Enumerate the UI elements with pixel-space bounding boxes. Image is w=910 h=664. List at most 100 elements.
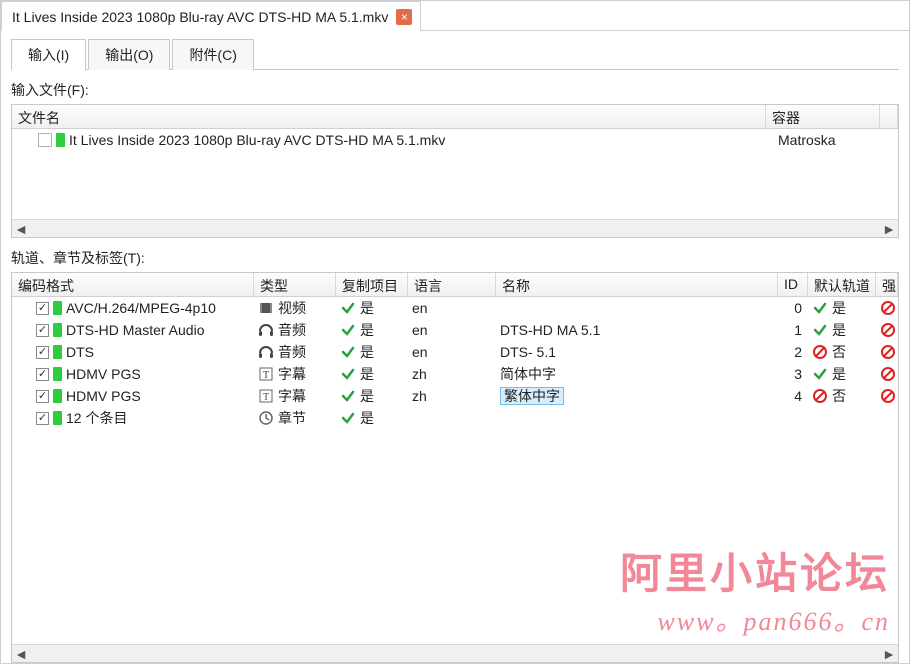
track-name[interactable]: 繁体中字 — [500, 387, 564, 405]
copy-text: 是 — [360, 298, 374, 318]
track-id: 1 — [794, 322, 802, 338]
track-id: 3 — [794, 366, 802, 382]
files-header: 文件名 容器 — [12, 105, 898, 129]
tracks-label: 轨道、章节及标签(T): — [11, 248, 899, 268]
checkmark-icon — [340, 344, 356, 360]
default-text: 是 — [832, 364, 846, 384]
forbidden-icon — [880, 300, 896, 316]
content-area: 输入(I) 输出(O) 附件(C) 输入文件(F): 文件名 容器 It Liv… — [1, 31, 909, 663]
type-text: 音频 — [278, 342, 306, 362]
checkmark-icon — [812, 322, 828, 338]
checkmark-icon — [340, 300, 356, 316]
tracks-header-codec[interactable]: 编码格式 — [12, 273, 254, 296]
file-row[interactable]: It Lives Inside 2023 1080p Blu-ray AVC D… — [12, 129, 898, 151]
tab-attachments[interactable]: 附件(C) — [172, 39, 253, 70]
tracks-panel: 编码格式 类型 复制项目 语言 名称 ID 默认轨道 强 AVC/H.264/M… — [11, 272, 899, 663]
subtitle-icon — [258, 366, 274, 382]
track-checkbox[interactable] — [36, 302, 49, 315]
files-header-extra[interactable] — [880, 105, 898, 128]
track-id: 2 — [794, 344, 802, 360]
default-text: 是 — [832, 298, 846, 318]
track-checkbox[interactable] — [36, 368, 49, 381]
tracks-header-name[interactable]: 名称 — [496, 273, 778, 296]
files-header-name[interactable]: 文件名 — [12, 105, 766, 128]
watermark: 阿里小站论坛 www。pan666。cn — [620, 540, 890, 638]
track-row[interactable]: DTS-HD Master Audio 音频 是 en DTS-HD MA 5.… — [12, 319, 898, 341]
copy-text: 是 — [360, 320, 374, 340]
default-text: 否 — [832, 386, 846, 406]
track-name[interactable]: DTS- 5.1 — [500, 344, 556, 360]
color-swatch — [56, 133, 65, 147]
tracks-header-id[interactable]: ID — [778, 273, 808, 296]
track-name[interactable]: DTS-HD MA 5.1 — [500, 322, 600, 338]
forbidden-icon — [880, 388, 896, 404]
tab-output[interactable]: 输出(O) — [88, 39, 170, 70]
tracks-header-copy[interactable]: 复制项目 — [336, 273, 408, 296]
track-name[interactable]: 简体中字 — [500, 366, 556, 382]
video-icon — [258, 300, 274, 316]
file-name: It Lives Inside 2023 1080p Blu-ray AVC D… — [69, 132, 445, 148]
forbidden-icon — [880, 366, 896, 382]
scroll-right-icon[interactable]: ► — [880, 220, 898, 237]
type-text: 字幕 — [278, 386, 306, 406]
input-files-label: 输入文件(F): — [11, 80, 899, 100]
track-checkbox[interactable] — [36, 324, 49, 337]
audio-icon — [258, 322, 274, 338]
track-checkbox[interactable] — [36, 346, 49, 359]
tracks-header-default[interactable]: 默认轨道 — [808, 273, 876, 296]
checkmark-icon — [340, 322, 356, 338]
checkmark-icon — [340, 410, 356, 426]
color-swatch — [53, 367, 62, 381]
lang-text: zh — [412, 388, 427, 404]
codec-text: AVC/H.264/MPEG-4p10 — [66, 300, 216, 316]
files-body[interactable]: It Lives Inside 2023 1080p Blu-ray AVC D… — [12, 129, 898, 219]
audio-icon — [258, 344, 274, 360]
subtitle-icon — [258, 388, 274, 404]
track-checkbox[interactable] — [36, 390, 49, 403]
type-text: 章节 — [278, 408, 306, 428]
tracks-header-forced[interactable]: 强 — [876, 273, 898, 296]
codec-text: HDMV PGS — [66, 388, 141, 404]
main-tab-bar: 输入(I) 输出(O) 附件(C) — [11, 39, 899, 70]
default-text: 否 — [832, 342, 846, 362]
track-row[interactable]: DTS 音频 是 en DTS- 5.1 2 否 — [12, 341, 898, 363]
track-checkbox[interactable] — [36, 412, 49, 425]
files-hscroll[interactable]: ◄ ► — [12, 219, 898, 237]
scroll-left-icon[interactable]: ◄ — [12, 220, 30, 237]
color-swatch — [53, 389, 62, 403]
color-swatch — [53, 345, 62, 359]
track-id: 0 — [794, 300, 802, 316]
track-row[interactable]: AVC/H.264/MPEG-4p10 视频 是 en 0 是 — [12, 297, 898, 319]
tracks-header-lang[interactable]: 语言 — [408, 273, 496, 296]
forbidden-icon — [880, 322, 896, 338]
default-text: 是 — [832, 320, 846, 340]
close-icon[interactable]: × — [396, 9, 412, 25]
file-tab[interactable]: It Lives Inside 2023 1080p Blu-ray AVC D… — [1, 1, 421, 31]
color-swatch — [53, 301, 62, 315]
color-swatch — [53, 411, 62, 425]
chapter-icon — [258, 410, 274, 426]
copy-text: 是 — [360, 386, 374, 406]
track-row[interactable]: HDMV PGS 字幕 是 zh 繁体中字 4 否 — [12, 385, 898, 407]
checkmark-icon — [812, 300, 828, 316]
files-header-container[interactable]: 容器 — [766, 105, 880, 128]
track-row[interactable]: HDMV PGS 字幕 是 zh 简体中字 3 是 — [12, 363, 898, 385]
copy-text: 是 — [360, 342, 374, 362]
lang-text: en — [412, 344, 428, 360]
codec-text: DTS — [66, 344, 94, 360]
tracks-hscroll[interactable]: ◄ ► — [12, 644, 898, 662]
tab-input[interactable]: 输入(I) — [11, 39, 86, 70]
checkmark-icon — [340, 366, 356, 382]
codec-text: DTS-HD Master Audio — [66, 322, 204, 338]
file-tab-bar: It Lives Inside 2023 1080p Blu-ray AVC D… — [1, 1, 909, 31]
type-text: 字幕 — [278, 364, 306, 384]
tracks-header-type[interactable]: 类型 — [254, 273, 336, 296]
copy-text: 是 — [360, 408, 374, 428]
lang-text: zh — [412, 366, 427, 382]
scroll-left-icon[interactable]: ◄ — [12, 645, 30, 662]
track-row[interactable]: 12 个条目 章节 是 — [12, 407, 898, 429]
tracks-body[interactable]: AVC/H.264/MPEG-4p10 视频 是 en 0 是 DTS-HD M… — [12, 297, 898, 644]
scroll-right-icon[interactable]: ► — [880, 645, 898, 662]
watermark-line2: www。pan666。cn — [620, 601, 890, 638]
forbidden-icon — [812, 388, 828, 404]
